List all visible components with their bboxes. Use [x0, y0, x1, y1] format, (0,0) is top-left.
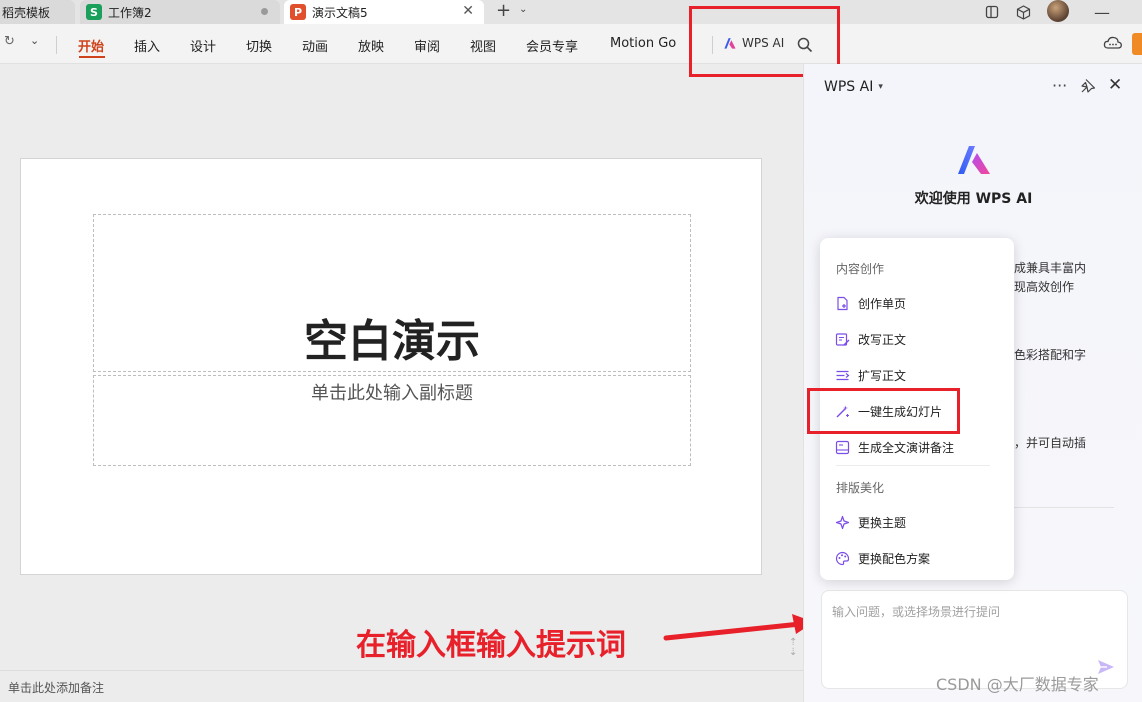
cube-icon[interactable] [1013, 2, 1033, 22]
edit-document-icon [834, 331, 850, 347]
tab-workbook[interactable]: S 工作簿2 [80, 0, 280, 24]
menu-item-generate-speaker-notes[interactable]: 生成全文演讲备注 [834, 435, 1004, 459]
menu-item-label: 生成全文演讲备注 [858, 440, 955, 455]
annotation-text: 在输入框输入提示词 [356, 628, 626, 663]
bg-card-text: 成兼具丰富内 [1014, 261, 1087, 275]
section-content-creation: 内容创作 [836, 262, 885, 276]
menu-item-change-theme[interactable]: 更换主题 [834, 510, 1004, 534]
ai-prompt-input[interactable] [832, 603, 1117, 663]
cloud-chat-icon[interactable] [1103, 35, 1123, 51]
menu-animation[interactable]: 动画 [302, 36, 328, 55]
menu-item-label: 扩写正文 [858, 368, 907, 383]
menu-item-label: 更换配色方案 [858, 551, 931, 566]
ai-welcome-title: 欢迎使用 WPS AI [914, 191, 1033, 207]
notes-bar[interactable]: 单击此处添加备注 [0, 670, 803, 702]
bg-card-text: ，并可自动插 [1014, 436, 1087, 450]
menu-view[interactable]: 视图 [470, 36, 496, 55]
slide-subtitle: 单击此处输入副标题 [311, 383, 473, 404]
menu-insert[interactable]: 插入 [134, 36, 160, 55]
slide-canvas[interactable]: 空白演示 单击此处输入副标题 [20, 158, 762, 575]
menu-review[interactable]: 审阅 [414, 36, 440, 55]
redo-icon[interactable]: ↻ [4, 34, 15, 49]
menu-motion-go[interactable]: Motion Go [610, 36, 676, 51]
slide-title: 空白演示 [304, 316, 480, 367]
menu-item-label: 改写正文 [858, 332, 907, 347]
unsaved-dot-icon [261, 8, 268, 15]
menu-item-rewrite-body[interactable]: 改写正文 [834, 327, 1004, 351]
title-bar: 稻壳模板 S 工作簿2 P 演示文稿5 ✕ + ⌄ — [0, 0, 1142, 24]
menu-home[interactable]: 开始 [78, 36, 104, 55]
ai-panel-header[interactable]: WPS AI ▾ [824, 79, 883, 95]
bg-card-text: 色彩搭配和字 [1014, 348, 1087, 362]
spreadsheet-icon: S [86, 4, 102, 20]
tab-label: 稻壳模板 [2, 5, 51, 20]
section-layout-beautify: 排版美化 [836, 481, 885, 495]
highlight-box-generate-slides [807, 388, 960, 434]
close-panel-icon[interactable]: ✕ [1108, 75, 1122, 95]
notes-placeholder: 单击此处添加备注 [8, 681, 105, 695]
close-tab-icon[interactable]: ✕ [462, 3, 474, 19]
annotation-arrow-icon [663, 614, 814, 641]
notes-icon [834, 439, 850, 455]
ai-panel-title: WPS AI [824, 79, 874, 95]
chevron-down-icon[interactable]: ⌄ [30, 34, 39, 47]
chevron-down-icon[interactable]: ⌄ [519, 4, 527, 15]
send-icon[interactable] [1096, 657, 1116, 677]
bg-card-text: 现高效创作 [1014, 280, 1075, 294]
presentation-icon: P [290, 4, 306, 20]
minimize-icon[interactable]: — [1092, 2, 1112, 22]
theme-sparkle-icon [834, 514, 850, 530]
more-options-icon[interactable]: ··· [1052, 76, 1067, 95]
tab-label: 工作簿2 [108, 5, 152, 20]
menu-item-expand-body[interactable]: 扩写正文 [834, 363, 1004, 387]
menu-item-change-color-scheme[interactable]: 更换配色方案 [834, 546, 1004, 570]
menu-item-label: 更换主题 [858, 515, 907, 530]
menu-slideshow[interactable]: 放映 [358, 36, 384, 55]
menu-item-create-page[interactable]: 创作单页 [834, 291, 1004, 315]
palette-icon [834, 550, 850, 566]
wps-ai-logo-icon [958, 146, 990, 174]
menu-design[interactable]: 设计 [190, 36, 216, 55]
window-layout-icon[interactable] [982, 2, 1002, 22]
watermark: CSDN @大厂数据专家 [936, 675, 1099, 694]
menu-membership[interactable]: 会员专享 [526, 36, 578, 55]
tab-label: 演示文稿5 [312, 5, 368, 20]
share-button[interactable] [1132, 33, 1142, 55]
menu-transition[interactable]: 切换 [246, 36, 272, 55]
divider [56, 36, 57, 54]
avatar[interactable] [1047, 0, 1069, 22]
expand-text-icon [834, 367, 850, 383]
divider [836, 465, 990, 466]
pin-icon[interactable] [1080, 78, 1096, 94]
active-tab-underline [79, 56, 105, 58]
tab-template[interactable]: 稻壳模板 [0, 0, 75, 24]
new-tab-plus-icon[interactable]: + [496, 0, 511, 21]
chevron-down-icon: ▾ [878, 82, 883, 92]
tab-presentation[interactable]: P 演示文稿5 ✕ [284, 0, 484, 24]
ribbon: ↻ ⌄ 开始 插入 设计 切换 动画 放映 审阅 视图 会员专享 Motion … [0, 24, 1142, 64]
divider [1014, 507, 1114, 508]
new-page-icon [834, 295, 850, 311]
menu-item-label: 创作单页 [858, 296, 907, 311]
